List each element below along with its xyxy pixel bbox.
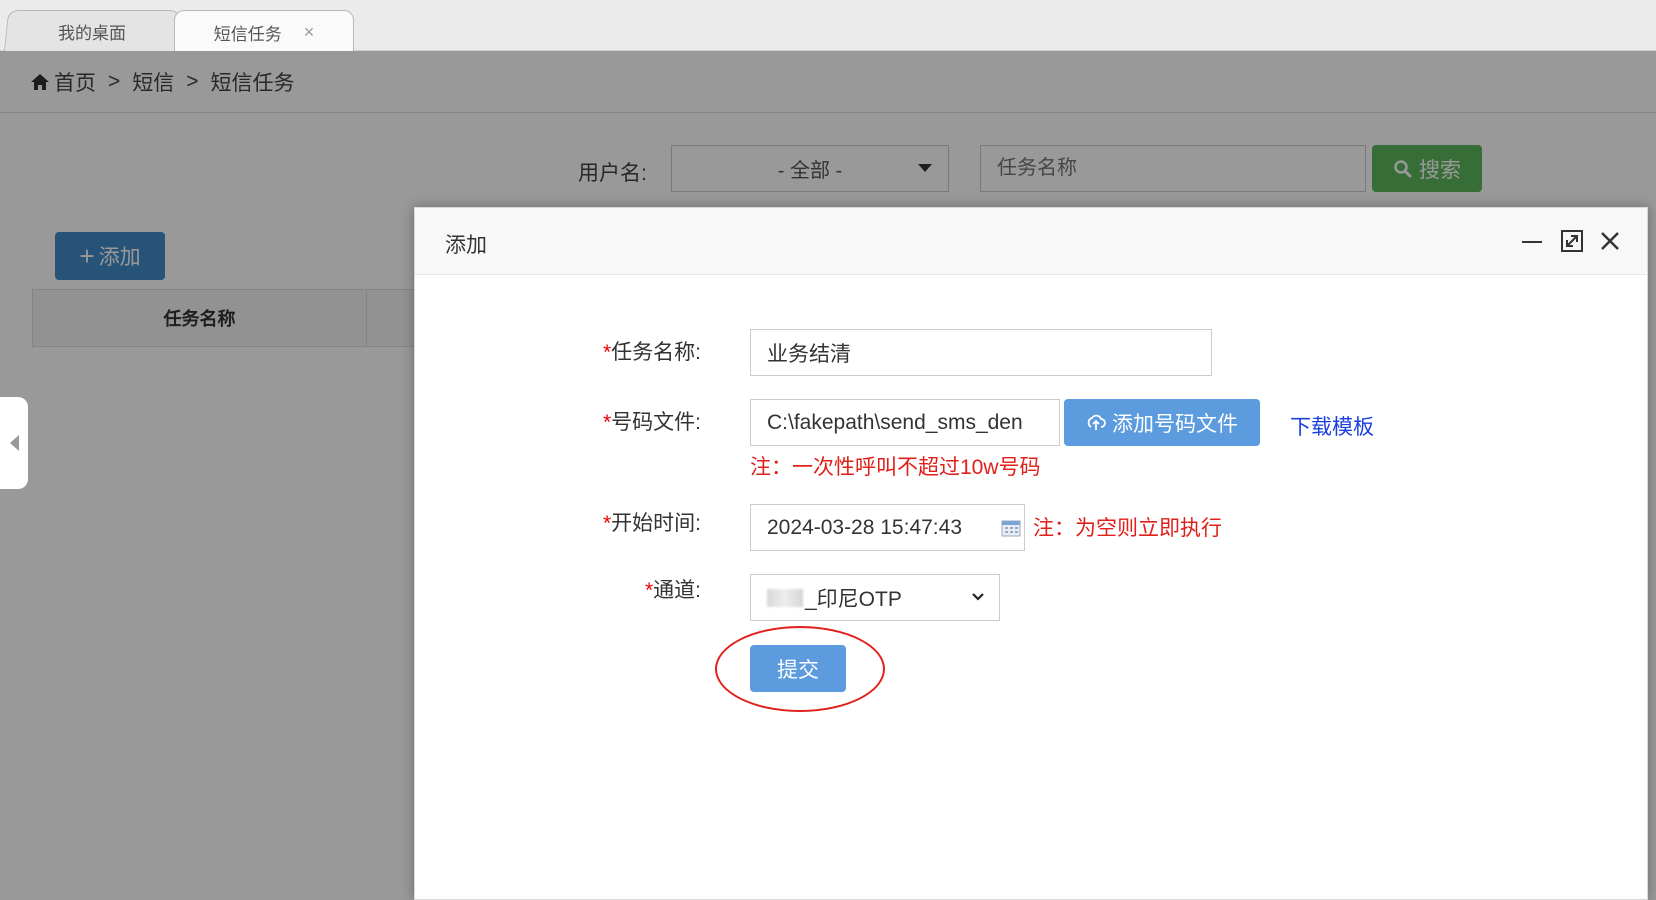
tab-label: 短信任务 [213,24,282,44]
required-mark: * [602,341,612,364]
dialog-header: 添加 [415,208,1647,275]
number-file-path-field: C:\fakepath\send_sms_den [750,399,1060,446]
required-mark: * [602,411,612,434]
chevron-down-icon [972,593,984,601]
start-time-note: 注：为空则立即执行 [1033,517,1222,540]
add-task-dialog: 添加 *任务名称: 业务结清 *号码文件: C:\fakepath\send_s… [414,207,1648,900]
calendar-icon[interactable] [1001,519,1021,537]
add-number-file-button[interactable]: 添加号码文件 [1064,399,1260,446]
sidebar-toggle[interactable] [0,397,28,489]
start-time-label: *开始时间: [602,512,701,535]
required-mark: * [602,512,612,535]
upload-icon [1087,414,1106,430]
close-icon[interactable] [1597,228,1623,254]
chevron-left-icon [9,435,19,451]
channel-select[interactable]: _印尼OTP [750,574,1000,621]
download-template-link[interactable]: 下载模板 [1290,411,1374,441]
tab-close-icon[interactable]: × [304,22,315,43]
tab-label: 我的桌面 [57,24,126,43]
number-file-note: 注：一次性呼叫不超过10w号码 [750,456,1041,479]
start-time-input[interactable]: 2024-03-28 15:47:43 [750,504,1025,551]
maximize-icon[interactable] [1559,228,1585,254]
redacted-text [767,588,803,607]
minimize-icon[interactable] [1519,228,1545,254]
tab-bar: 我的桌面 短信任务 × [0,0,1656,53]
task-name-input[interactable]: 业务结清 [750,329,1212,376]
highlight-circle-annotation [715,626,885,712]
channel-label: *通道: [644,579,701,602]
tab-my-desktop[interactable]: 我的桌面 [3,10,181,52]
task-name-label: *任务名称: [602,341,701,364]
tab-sms-task[interactable]: 短信任务 × [174,10,354,53]
dialog-title: 添加 [445,234,487,257]
number-file-label: *号码文件: [602,411,701,434]
required-mark: * [644,579,654,602]
